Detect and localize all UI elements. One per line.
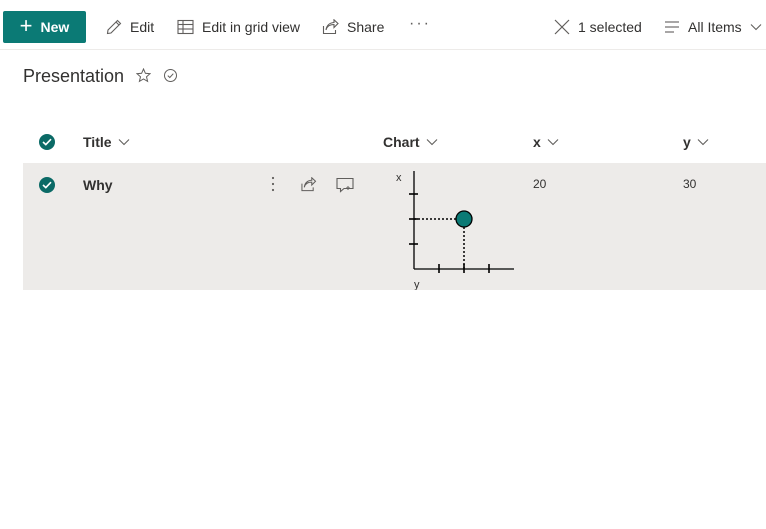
view-selector[interactable]: All Items: [664, 15, 762, 39]
plus-icon: +: [19, 13, 33, 38]
page-title: Presentation: [23, 66, 125, 86]
column-header-chart[interactable]: Chart: [383, 130, 438, 154]
list-view-icon: [665, 21, 679, 33]
row-title-cell[interactable]: Why: [83, 177, 113, 193]
chevron-down-icon: [750, 24, 762, 31]
chevron-down-icon: [426, 139, 437, 146]
row-x-cell: 20: [533, 177, 547, 191]
chart-cell-image: x y: [396, 171, 514, 290]
share-label: Share: [347, 19, 385, 35]
column-header-title-label: Title: [83, 134, 112, 150]
command-bar: + New Edit Edit in grid view Share ··· 1…: [0, 0, 766, 50]
column-header-x[interactable]: x: [533, 130, 559, 154]
clear-selection-button[interactable]: 1 selected: [554, 15, 642, 39]
share-icon: [301, 177, 317, 192]
more-icon: ···: [409, 15, 431, 32]
new-button[interactable]: + New: [3, 11, 86, 43]
column-header-x-label: x: [533, 134, 541, 150]
share-button[interactable]: Share: [322, 15, 384, 39]
selected-count-label: 1 selected: [578, 19, 642, 35]
view-label: All Items: [688, 19, 742, 35]
edit-button[interactable]: Edit: [106, 15, 154, 39]
star-icon[interactable]: [136, 68, 151, 83]
checkmark-icon: [42, 138, 52, 146]
grid-icon: [177, 19, 194, 35]
column-header-y[interactable]: y: [683, 130, 709, 154]
pencil-icon: [106, 19, 122, 35]
checkmark-icon: [42, 181, 52, 189]
select-all-checkbox[interactable]: [39, 134, 55, 150]
row-checkbox[interactable]: [39, 177, 55, 193]
new-button-label: New: [40, 19, 70, 35]
edit-label: Edit: [130, 19, 155, 35]
column-header-y-label: y: [683, 134, 691, 150]
chart-y-axis-label: y: [414, 279, 420, 290]
edit-grid-view-button[interactable]: Edit in grid view: [177, 15, 300, 39]
row-more-button[interactable]: [269, 175, 277, 193]
chart-marks: [414, 210, 473, 269]
edit-grid-view-label: Edit in grid view: [202, 19, 301, 35]
more-vertical-icon: [271, 176, 275, 192]
row-share-button[interactable]: [300, 177, 317, 192]
column-header-chart-label: Chart: [383, 134, 420, 150]
comment-add-icon: [336, 177, 354, 193]
chevron-down-icon: [547, 139, 559, 146]
chevron-down-icon: [118, 139, 129, 146]
more-options-button[interactable]: ···: [409, 12, 431, 36]
column-header-title[interactable]: Title: [83, 130, 130, 154]
check-circle-icon[interactable]: [163, 68, 178, 83]
title-actions: [136, 68, 178, 83]
row-comment-button[interactable]: [336, 177, 354, 193]
chart-x-axis-label: x: [396, 172, 402, 184]
chevron-down-icon: [697, 139, 709, 146]
chart-point: [455, 210, 473, 228]
close-icon: [554, 19, 570, 35]
share-icon: [322, 19, 339, 35]
row-y-cell: 30: [683, 177, 697, 191]
